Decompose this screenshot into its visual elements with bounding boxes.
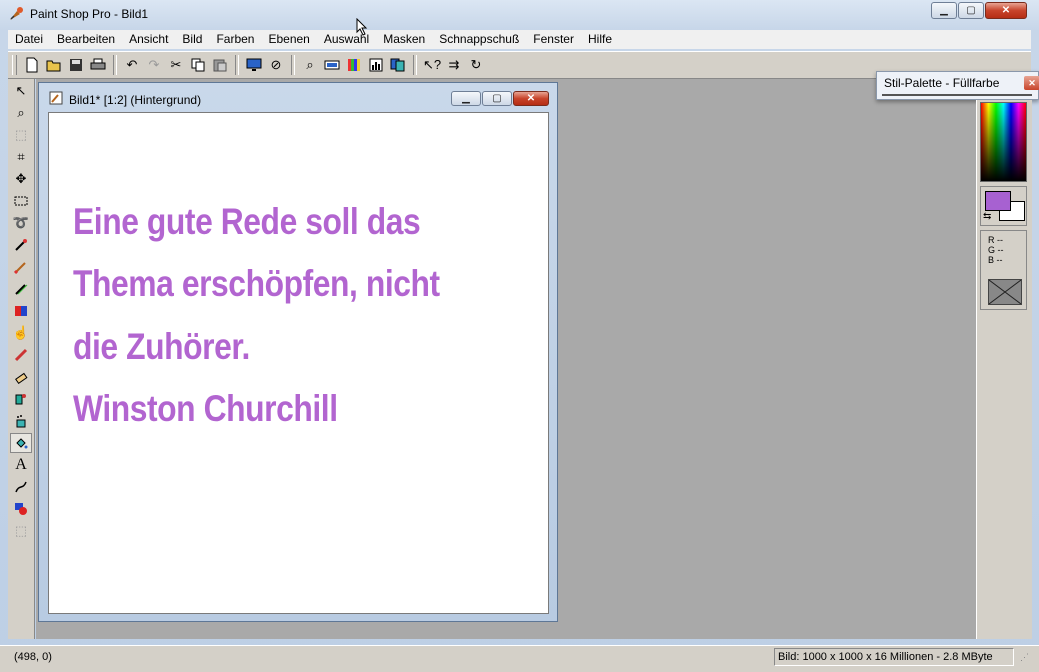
freehand-icon[interactable]: ➰	[10, 213, 32, 233]
document-title: Bild1* [1:2] (Hintergrund)	[69, 93, 202, 107]
full-screen-preview-icon[interactable]	[243, 54, 265, 76]
maximize-button[interactable]: ▢	[958, 2, 984, 19]
copy-icon[interactable]	[187, 54, 209, 76]
toolbar-separator	[113, 55, 117, 75]
zoom-icon[interactable]: ⌕	[10, 103, 32, 123]
main-window: Paint Shop Pro - Bild1 ▁ ▢ ✕ Datei Bearb…	[0, 0, 1039, 672]
quote-line-2: Thema erschöpfen, nicht	[73, 263, 440, 304]
refresh-icon[interactable]: ↻	[465, 54, 487, 76]
arrange-icon[interactable]: ⇉	[443, 54, 465, 76]
title-bar[interactable]: Paint Shop Pro - Bild1 ▁ ▢ ✕	[0, 0, 1039, 28]
mover-icon[interactable]: ✥	[10, 169, 32, 189]
menu-bearbeiten[interactable]: Bearbeiten	[50, 30, 122, 49]
document-minimize-button[interactable]: ▁	[451, 91, 481, 106]
help-pointer-icon[interactable]: ↖?	[421, 54, 443, 76]
document-icon	[49, 91, 63, 105]
cancel-icon[interactable]: ⊘	[265, 54, 287, 76]
rgb-readout-box: R -- G -- B --	[980, 230, 1027, 310]
cursor-coordinates: (498, 0)	[14, 651, 52, 663]
document-window-controls: ▁ ▢ ✕	[450, 91, 549, 109]
new-file-icon[interactable]	[21, 54, 43, 76]
color-spectrum[interactable]	[980, 102, 1027, 182]
image-info-panel: Bild: 1000 x 1000 x 16 Millionen - 2.8 M…	[774, 648, 1014, 666]
quote-line-1: Eine gute Rede soll das	[73, 201, 421, 242]
menu-fenster[interactable]: Fenster	[526, 30, 581, 49]
airbrush-icon[interactable]	[10, 411, 32, 431]
selection-icon[interactable]	[10, 191, 32, 211]
document-title-bar[interactable]: Bild1* [1:2] (Hintergrund) ▁ ▢ ✕	[39, 83, 557, 111]
menu-farben[interactable]: Farben	[209, 30, 261, 49]
redo-icon[interactable]: ↷	[143, 54, 165, 76]
paintbrush-icon[interactable]	[10, 257, 32, 277]
menu-schnappschuss[interactable]: Schnappschuß	[432, 30, 526, 49]
vector-icon[interactable]: ⬚	[10, 521, 32, 541]
menu-bild[interactable]: Bild	[175, 30, 209, 49]
toolbar-separator	[235, 55, 239, 75]
picture-tube-icon[interactable]	[10, 389, 32, 409]
scratch-remover-icon[interactable]	[10, 345, 32, 365]
toolbar-separator	[413, 55, 417, 75]
paint-brush-icon	[8, 6, 24, 22]
paste-icon[interactable]	[209, 54, 231, 76]
eraser-icon[interactable]	[10, 367, 32, 387]
foreground-color-swatch[interactable]	[985, 191, 1011, 211]
clone-brush-icon[interactable]	[10, 279, 32, 299]
menu-masken[interactable]: Masken	[376, 30, 432, 49]
tool-palette: ↖ ⌕ ⬚ ⌗ ✥ ➰ ☝ A ⬚	[8, 79, 35, 639]
color-swatch-group: ⇆	[980, 186, 1027, 226]
style-palette-window[interactable]: Stil-Palette - Füllfarbe ✕	[876, 71, 1039, 100]
text-icon[interactable]: A	[10, 455, 32, 475]
crop-icon[interactable]: ⌗	[10, 147, 32, 167]
cut-icon[interactable]: ✂	[165, 54, 187, 76]
document-window: Bild1* [1:2] (Hintergrund) ▁ ▢ ✕ Eine gu…	[38, 82, 558, 622]
menu-ebenen[interactable]: Ebenen	[261, 30, 316, 49]
image-info: Bild: 1000 x 1000 x 16 Millionen - 2.8 M…	[778, 651, 993, 663]
style-palette-divider	[882, 94, 1032, 96]
document-close-button[interactable]: ✕	[513, 91, 549, 106]
arrow-icon[interactable]: ↖	[10, 81, 32, 101]
quote-line-3: die Zuhörer.	[73, 326, 250, 367]
quote-author: Winston Churchill	[73, 388, 338, 429]
color-palette-icon[interactable]	[343, 54, 365, 76]
status-bar: (498, 0) Bild: 1000 x 1000 x 16 Millione…	[0, 645, 1039, 672]
swap-colors-icon[interactable]: ⇆	[983, 211, 991, 222]
layer-icon[interactable]	[387, 54, 409, 76]
zoom-icon[interactable]: ⌕	[299, 54, 321, 76]
line-icon[interactable]	[10, 477, 32, 497]
minimize-button[interactable]: ▁	[931, 2, 957, 19]
mouse-cursor-icon	[356, 18, 368, 36]
window-controls: ▁ ▢ ✕	[930, 2, 1027, 20]
dropper-icon[interactable]	[10, 235, 32, 255]
document-maximize-button[interactable]: ▢	[482, 91, 512, 106]
toolbar-separator	[291, 55, 295, 75]
color-panel: ⇆ R -- G -- B --	[976, 100, 1032, 639]
image-canvas[interactable]: Eine gute Rede soll das Thema erschöpfen…	[48, 112, 549, 614]
menu-hilfe[interactable]: Hilfe	[581, 30, 619, 49]
transparent-swatch-icon[interactable]	[988, 279, 1022, 305]
deform-icon[interactable]: ⬚	[10, 125, 32, 145]
style-palette-title: Stil-Palette - Füllfarbe	[884, 76, 1000, 90]
menu-bar: Datei Bearbeiten Ansicht Bild Farben Ebe…	[8, 30, 1031, 49]
save-icon[interactable]	[65, 54, 87, 76]
toolbar-grip[interactable]	[12, 55, 17, 75]
menu-ansicht[interactable]: Ansicht	[122, 30, 175, 49]
style-palette-close-button[interactable]: ✕	[1024, 76, 1039, 90]
flood-fill-icon[interactable]	[10, 433, 32, 453]
shapes-icon[interactable]	[10, 499, 32, 519]
undo-icon[interactable]: ↶	[121, 54, 143, 76]
color-replacer-icon[interactable]	[10, 301, 32, 321]
histogram-icon[interactable]	[365, 54, 387, 76]
toolbar-toggle-icon[interactable]	[321, 54, 343, 76]
retouch-icon[interactable]: ☝	[10, 323, 32, 343]
window-title: Paint Shop Pro - Bild1	[30, 7, 149, 21]
close-button[interactable]: ✕	[985, 2, 1027, 19]
print-icon[interactable]	[87, 54, 109, 76]
menu-datei[interactable]: Datei	[8, 30, 50, 49]
resize-grip-icon[interactable]: ⋰	[1020, 652, 1029, 663]
rgb-readout: R -- G -- B --	[988, 235, 1004, 265]
open-folder-icon[interactable]	[43, 54, 65, 76]
